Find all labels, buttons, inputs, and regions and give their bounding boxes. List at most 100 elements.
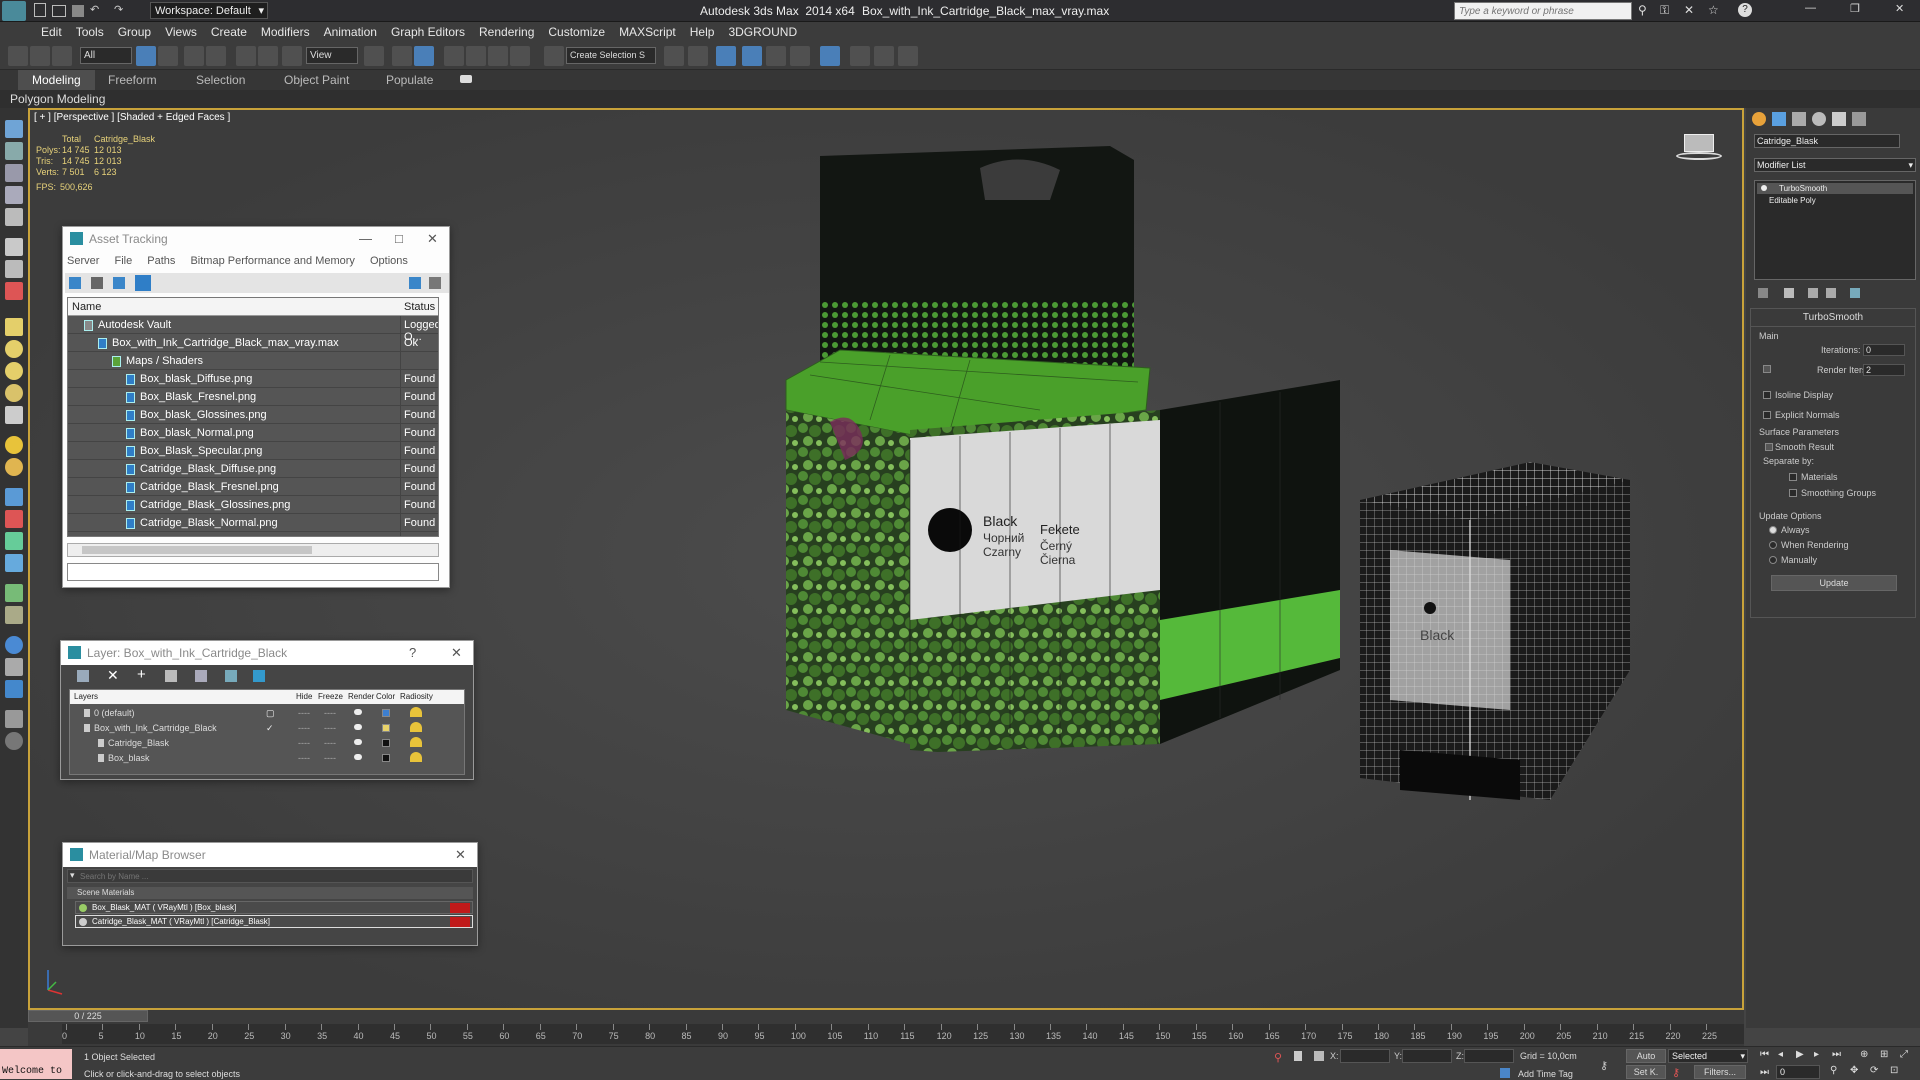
close-icon[interactable]: ✕ (1895, 2, 1904, 15)
time-slider[interactable]: 0 / 225 (28, 1010, 148, 1022)
menu-item-animation[interactable]: Animation (317, 22, 384, 42)
pivot-center-icon[interactable] (364, 46, 384, 66)
col-layers[interactable]: Layers (74, 692, 98, 701)
asset-row[interactable]: Box_Blask_Specular.png Found (68, 442, 438, 460)
next-frame-icon[interactable]: ▸ (1814, 1049, 1819, 1060)
tab-selection[interactable]: Selection (182, 70, 259, 90)
set-key-button[interactable]: Set K. (1626, 1065, 1666, 1079)
scale-icon[interactable] (282, 46, 302, 66)
settings-icon[interactable] (429, 277, 441, 289)
modifier-stack-item-turbosmooth[interactable]: TurboSmooth (1757, 183, 1913, 194)
key-filter-dropdown[interactable]: Selected ▾ (1668, 1049, 1748, 1063)
asset-row[interactable]: Box_blask_Glossines.png Found (68, 406, 438, 424)
layer-titlebar[interactable]: Layer: Box_with_Ink_Cartridge_Black ? ✕ (61, 641, 473, 665)
scripts-icon[interactable] (5, 710, 23, 728)
time-tag-icon[interactable] (1500, 1068, 1510, 1078)
mirror-icon[interactable] (664, 46, 684, 66)
col-render[interactable]: Render (348, 692, 374, 701)
render-teapot-icon[interactable] (354, 724, 362, 730)
set-key-icon[interactable]: ⚷ (1672, 1066, 1680, 1079)
track-bar[interactable]: 0 5 10 15 20 25 30 35 40 45 50 55 60 65 70 75 80 85 90 95 10… (62, 1024, 1744, 1044)
binoculars-icon[interactable]: ⚲ (1638, 3, 1647, 17)
layer-manager-icon[interactable] (742, 46, 762, 66)
cylinder-primitive-icon[interactable] (5, 362, 23, 380)
help-icon[interactable] (409, 277, 421, 289)
layer-color-swatch[interactable] (382, 754, 390, 762)
render-production-icon[interactable] (898, 46, 918, 66)
freeze-toggle[interactable]: ---- (324, 708, 336, 718)
go-to-end-icon[interactable]: ⏭ (1832, 1049, 1841, 1060)
camera-icon[interactable] (5, 208, 23, 226)
always-radio[interactable] (1769, 526, 1777, 534)
rectangular-selection-icon[interactable] (184, 46, 204, 66)
col-name-header[interactable]: Name (72, 301, 101, 313)
tab-freeform[interactable]: Freeform (94, 70, 171, 90)
pin-stack-icon[interactable] (1758, 288, 1768, 298)
undo-icon[interactable]: ↶ (90, 3, 99, 16)
refresh-icon[interactable] (69, 277, 81, 289)
box-front[interactable]: Black Чорний Czarny Fekete Černý Čierna (786, 410, 1160, 752)
key-mode-toggle[interactable]: ⏭ (1760, 1067, 1769, 1078)
col-color[interactable]: Color (376, 692, 395, 701)
select-layer-icon[interactable] (165, 670, 177, 682)
motion-tab-icon[interactable] (1812, 112, 1826, 126)
rotate-icon[interactable] (258, 46, 278, 66)
checkmark-icon[interactable]: ✓ (266, 723, 274, 734)
menu-file[interactable]: File (114, 255, 132, 267)
layer-color-swatch[interactable] (382, 709, 390, 717)
material-item-box[interactable]: Box_Blask_MAT ( VRayMtl ) [Box_blask] (75, 901, 473, 914)
scene-materials-group[interactable]: Scene Materials (67, 887, 473, 899)
menu-item-views[interactable]: Views (158, 22, 204, 42)
walk-icon[interactable] (5, 260, 23, 278)
select-manipulate-icon[interactable] (392, 46, 412, 66)
make-unique-icon[interactable] (1808, 288, 1818, 298)
shape-icon[interactable] (5, 510, 23, 528)
hair-icon[interactable] (5, 606, 23, 624)
radiosity-icon[interactable] (410, 722, 422, 732)
asset-row[interactable]: Catridge_Blask_Opacity.png Found (68, 532, 438, 536)
minimize-icon[interactable]: — (1805, 2, 1816, 14)
polygon-modeling-label[interactable]: Polygon Modeling (10, 92, 105, 106)
subscription-icon[interactable]: ⚿ (1660, 3, 1669, 18)
maximize-viewport-icon[interactable]: ⤢ (1900, 1049, 1908, 1060)
current-frame-field[interactable]: 0 (1776, 1065, 1820, 1079)
radiosity-icon[interactable] (410, 752, 422, 762)
utilities-tab-icon[interactable] (1852, 112, 1866, 126)
scene-explorer-icon[interactable] (716, 46, 736, 66)
maxscript-listener[interactable]: Welcome to (0, 1049, 72, 1079)
spinner-snap-icon[interactable] (510, 46, 530, 66)
layer-row[interactable]: Box_blask ---- ---- (70, 751, 474, 769)
material-editor-icon[interactable] (820, 46, 840, 66)
workspace-dropdown[interactable]: Workspace: Default ▾ (150, 2, 268, 19)
go-to-start-icon[interactable]: ⏮ (1760, 1049, 1769, 1060)
menu-item-group[interactable]: Group (111, 22, 158, 42)
hide-toggle[interactable]: ---- (298, 738, 310, 748)
material-search-input[interactable] (80, 870, 460, 882)
render-teapot-icon[interactable] (354, 739, 362, 745)
col-radiosity[interactable]: Radiosity (400, 692, 433, 701)
named-selection-dropdown[interactable]: Create Selection S (566, 47, 656, 64)
field-of-view-icon[interactable]: ⊞ (1880, 1049, 1888, 1060)
asset-row[interactable]: Box_with_Ink_Cartridge_Black_max_vray.ma… (68, 334, 438, 352)
app-logo-icon[interactable] (2, 1, 26, 21)
previous-frame-icon[interactable]: ◂ (1778, 1049, 1783, 1060)
material-item-cartridge[interactable]: Catridge_Blask_MAT ( VRayMtl ) [Catridge… (75, 915, 473, 928)
auto-key-button[interactable]: Auto (1626, 1049, 1666, 1063)
layer-color-swatch[interactable] (382, 724, 390, 732)
hide-toggle[interactable]: ---- (298, 723, 310, 733)
modifier-stack-item-editable-poly[interactable]: Editable Poly (1757, 195, 1913, 206)
iterations-spinner[interactable]: 0 (1863, 344, 1905, 356)
teapot-icon[interactable] (5, 458, 23, 476)
asset-path-field[interactable] (67, 563, 439, 581)
radiosity-icon[interactable] (410, 707, 422, 717)
ribbon-options-icon[interactable] (460, 75, 472, 83)
percent-snap-icon[interactable] (488, 46, 508, 66)
hide-toggle[interactable]: ---- (298, 753, 310, 763)
select-object-icon[interactable] (136, 46, 156, 66)
light-icon[interactable] (5, 238, 23, 256)
help-icon[interactable]: ? (1738, 3, 1752, 17)
rendered-frame-icon[interactable] (874, 46, 894, 66)
system-icon[interactable] (5, 554, 23, 572)
lightbulb-icon[interactable] (1761, 185, 1767, 191)
smoothing-groups-checkbox[interactable] (1789, 489, 1797, 497)
